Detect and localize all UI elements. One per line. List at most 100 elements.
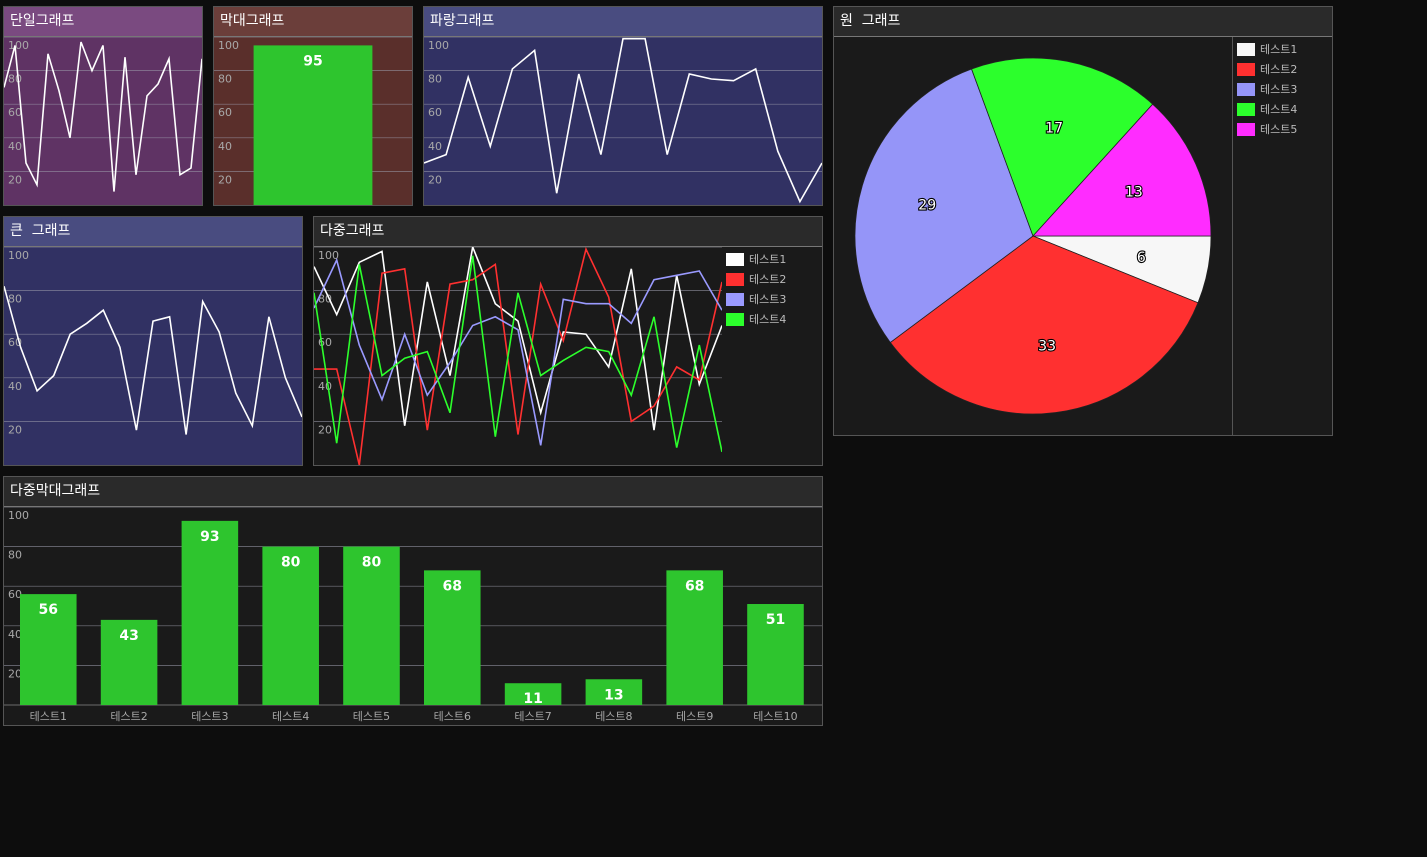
panel-title: 원 그래프	[834, 7, 1332, 37]
legend-swatch	[1237, 62, 1255, 76]
x-tick-label: 테스트6	[434, 710, 471, 723]
y-tick-label: 60	[428, 106, 442, 119]
legend: 테스트1 테스트2 테스트3 테스트4 테스트5	[1232, 37, 1332, 435]
multi-line-chart-panel: 다중그래프 20 40 60 80 100 테스트1 테스트2 테스트3 테스트4	[313, 216, 823, 466]
legend-label: 테스트1	[749, 253, 787, 266]
bar-value-label: 95	[303, 53, 322, 69]
bar-value-label: 80	[362, 555, 382, 571]
y-tick-label: 60	[8, 588, 22, 601]
chart-svg: 20 40 60 80 100 56 테스트1 43 테스트2 93 테스트3 80 테스트4 80 테스트…	[4, 507, 822, 723]
bar-value-label: 56	[39, 602, 58, 618]
legend-label: 테스트5	[1260, 123, 1298, 136]
series-line-1	[4, 41, 202, 192]
y-tick-label: 20	[218, 173, 232, 186]
chart-svg: 20406080100	[4, 37, 202, 192]
x-tick-label: 테스트9	[676, 710, 713, 723]
pie-chart-panel: 원 그래프 6 33 29 17 13 테스트1 테스트2 테스트3 테스트4 테스트5	[833, 6, 1333, 436]
chart-area: 6 33 29 17 13	[834, 37, 1232, 435]
legend-item: 테스트5	[1233, 119, 1332, 139]
legend-label: 테스트4	[749, 313, 787, 326]
legend-item: 테스트4	[1233, 99, 1332, 119]
x-tick-label: 테스트10	[753, 710, 797, 723]
legend-item: 테스트2	[1233, 59, 1332, 79]
bar-value-label: 51	[766, 612, 785, 628]
chart-svg: 20406080100	[424, 37, 822, 204]
legend-swatch	[726, 292, 744, 306]
panel-title: 큰 그래프	[4, 217, 302, 247]
x-tick-label: 테스트2	[110, 710, 147, 723]
y-tick-label: 40	[8, 140, 22, 153]
y-tick-label: 80	[8, 293, 22, 306]
single-line-chart-panel: 단일그래프 20 40 60 80 100	[3, 6, 203, 206]
panel-title: 파랑그래프	[424, 7, 822, 37]
blue-line-chart-panel: 파랑그래프 20 40 60 80 100	[423, 6, 823, 206]
y-tick-label: 40	[8, 380, 22, 393]
legend-swatch	[1237, 42, 1255, 56]
legend-swatch	[1237, 122, 1255, 136]
series-line-1	[424, 37, 822, 204]
legend-item: 테스트1	[722, 249, 822, 269]
chart-area: 20 40 60 80 100 56 테스트1 43 테스트2 93 테스트3 80 테스트4 80 테스트…	[4, 507, 822, 725]
y-tick-label: 20	[8, 423, 22, 436]
chart-area: 20 40 60 80 100 95	[214, 37, 412, 205]
y-tick-label: 100	[8, 509, 29, 522]
y-tick-label: 20	[428, 173, 442, 186]
chart-area: 20 40 60 80 100	[4, 247, 302, 465]
chart-area: 20 40 60 80 100	[424, 37, 822, 205]
chart-svg: 20 40 60 80 100 95	[214, 37, 412, 205]
pie-value-label: 17	[1045, 121, 1063, 137]
legend-swatch	[726, 252, 744, 266]
y-tick-label: 100	[8, 249, 29, 262]
y-tick-label: 100	[218, 39, 239, 52]
x-tick-label: 테스트8	[595, 710, 632, 723]
legend-item: 테스트4	[722, 309, 822, 329]
y-tick-label: 60	[218, 106, 232, 119]
chart-svg: 20406080100	[4, 247, 302, 436]
bar-value-label: 68	[443, 578, 462, 594]
x-tick-label: 테스트5	[353, 710, 390, 723]
y-tick-label: 20	[8, 667, 22, 680]
legend-swatch	[1237, 82, 1255, 96]
y-tick-label: 20	[8, 173, 22, 186]
y-tick-label: 40	[428, 140, 442, 153]
legend: 테스트1 테스트2 테스트3 테스트4	[722, 247, 822, 465]
legend-label: 테스트4	[1260, 103, 1298, 116]
panel-title: 막대그래프	[214, 7, 412, 37]
single-bar-chart-panel: 막대그래프 20 40 60 80 100 95	[213, 6, 413, 206]
x-tick-label: 테스트3	[191, 710, 228, 723]
bar-value-label: 13	[604, 687, 623, 703]
legend-label: 테스트3	[749, 293, 787, 306]
bar-value-label: 11	[523, 691, 542, 707]
legend-label: 테스트2	[749, 273, 787, 286]
big-line-chart-panel: 큰 그래프 20 40 60 80 100	[3, 216, 303, 466]
y-tick-label: 40	[8, 628, 22, 641]
legend-swatch	[1237, 102, 1255, 116]
chart-area: 20 40 60 80 100	[314, 247, 722, 465]
pie-value-label: 29	[918, 198, 936, 214]
bar	[181, 520, 239, 705]
legend-item: 테스트2	[722, 269, 822, 289]
chart-area: 20 40 60 80 100	[4, 37, 202, 205]
bar-value-label: 93	[200, 529, 219, 545]
chart-svg: 6 33 29 17 13	[854, 57, 1212, 415]
x-tick-label: 테스트1	[30, 710, 67, 723]
y-tick-label: 80	[428, 73, 442, 86]
legend-label: 테스트3	[1260, 83, 1298, 96]
pie-value-label: 6	[1137, 250, 1146, 266]
chart-svg: 20406080100	[314, 247, 722, 465]
bar-value-label: 43	[119, 628, 138, 644]
legend-item: 테스트3	[1233, 79, 1332, 99]
panel-title: 단일그래프	[4, 7, 202, 37]
y-tick-label: 40	[318, 380, 332, 393]
legend-swatch	[726, 272, 744, 286]
legend-label: 테스트2	[1260, 63, 1298, 76]
legend-label: 테스트1	[1260, 43, 1298, 56]
bar-value-label: 68	[685, 578, 704, 594]
y-tick-label: 80	[8, 73, 22, 86]
y-tick-label: 80	[8, 549, 22, 562]
x-tick-label: 테스트4	[272, 710, 309, 723]
y-tick-label: 40	[218, 140, 232, 153]
y-tick-label: 80	[218, 73, 232, 86]
panel-title: 다중그래프	[314, 217, 822, 247]
legend-swatch	[726, 312, 744, 326]
